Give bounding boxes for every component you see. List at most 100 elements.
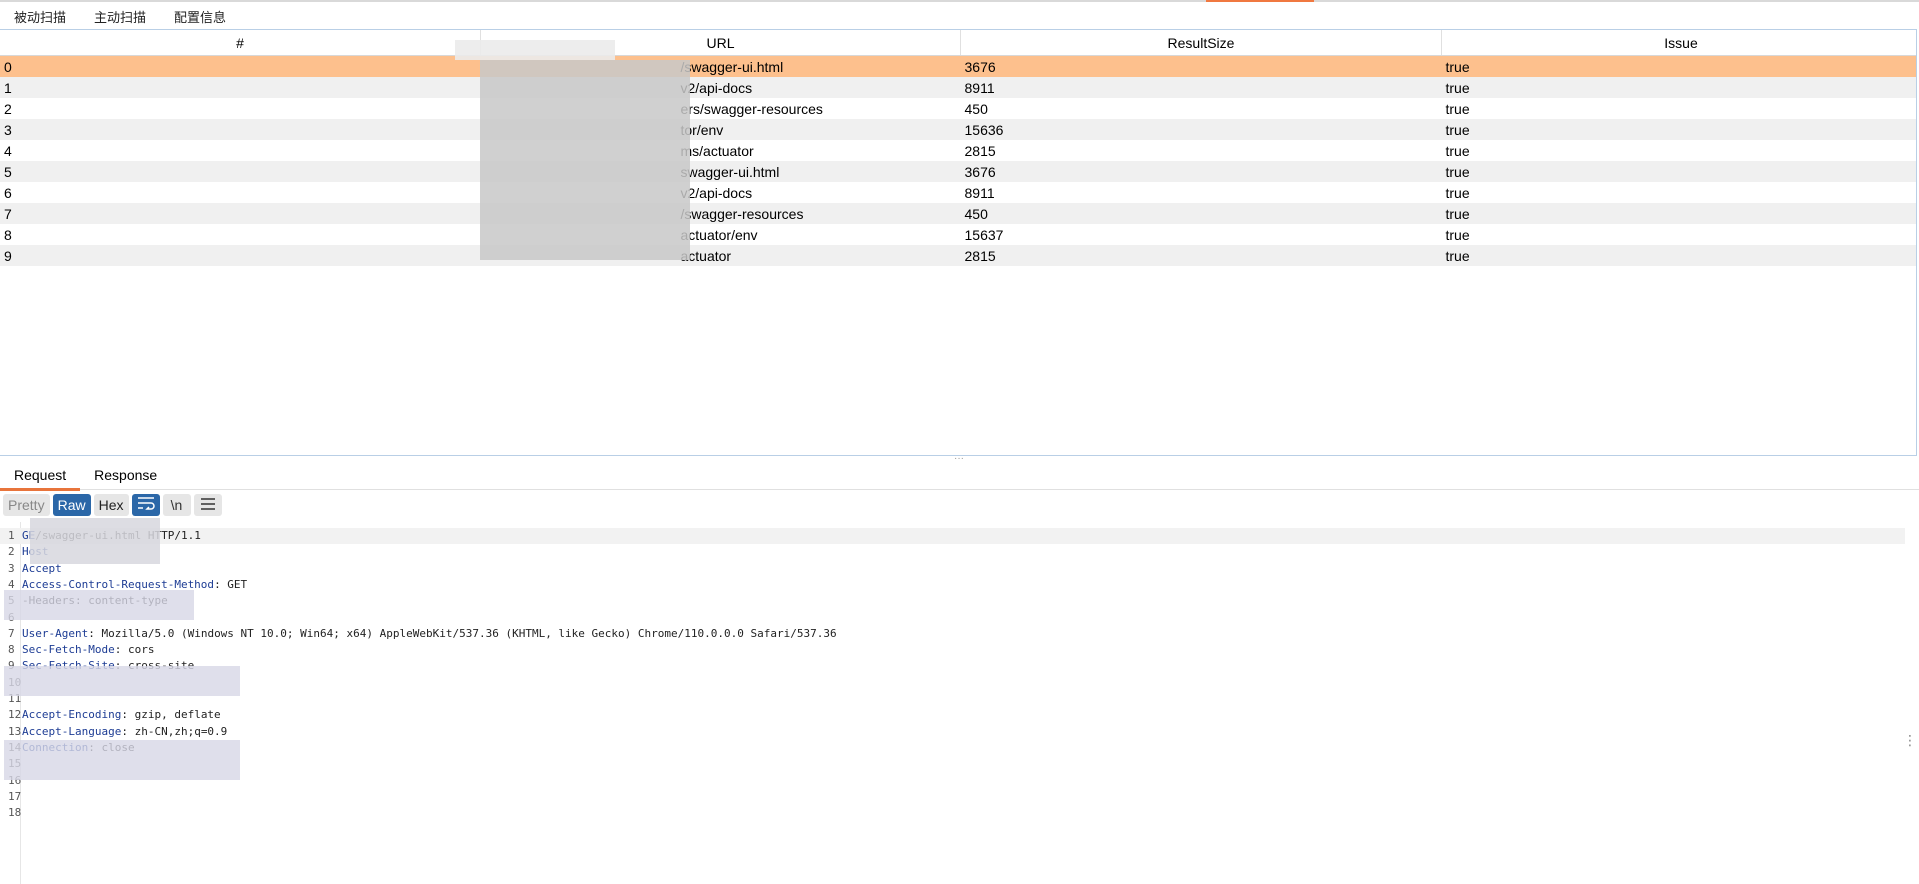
table-header-row: # URL ResultSize Issue (0, 30, 1916, 56)
cell-result-size: 15637 (960, 224, 1442, 245)
cell-number: 2 (0, 98, 481, 119)
cell-result-size: 3676 (960, 55, 1442, 77)
cell-number: 1 (0, 77, 481, 98)
table-row[interactable]: 1 v2/api-docs 8911 true (0, 77, 1916, 98)
editor-line: 9Sec-Fetch-Site: cross-site (0, 658, 1905, 674)
redaction-blur (30, 518, 160, 564)
line-number: 7 (8, 626, 15, 640)
editor-toolbar: Pretty Raw Hex \n (3, 494, 222, 516)
editor-line: 11 (0, 691, 1905, 707)
editor-line: 13 Accept-Language: zh-CN,zh;q=0.9 (0, 724, 1905, 740)
table-row[interactable]: 8 actuator/env 15637 true (0, 224, 1916, 245)
editor-line: 16 (0, 773, 1905, 789)
cell-result-size: 450 (960, 98, 1442, 119)
line-content: Accept-Language: zh-CN,zh;q=0.9 (22, 724, 227, 740)
table-row[interactable]: 7/swagger-resources 450 true (0, 203, 1916, 224)
editor-line: 15 (0, 756, 1905, 772)
hex-button[interactable]: Hex (93, 494, 129, 516)
wrap-lines-icon[interactable] (131, 494, 160, 516)
line-content: Accept-Encoding: gzip, deflate (22, 707, 221, 723)
editor-line: 10 (0, 675, 1905, 691)
vertical-drag-handle-icon[interactable]: ⋮ (1903, 732, 1917, 749)
header-result-size[interactable]: ResultSize (960, 30, 1442, 56)
redaction-blur (4, 666, 240, 696)
tab-active-scan[interactable]: 主动扫描 (80, 3, 160, 29)
pretty-button[interactable]: Pretty (3, 494, 50, 516)
tab-request[interactable]: Request (0, 463, 81, 491)
cell-issue: true (1441, 98, 1916, 119)
table-row[interactable]: 4 ms/actuator 2815 true (0, 140, 1916, 161)
cell-issue: true (1441, 203, 1916, 224)
header-value: : GET (214, 577, 248, 591)
cell-result-size: 15636 (960, 119, 1442, 140)
line-number: 1 (8, 529, 15, 542)
cell-issue: true (1441, 224, 1916, 245)
cell-result-size: 2815 (960, 245, 1442, 266)
editor-line: 17 (0, 789, 1905, 805)
table-row[interactable]: 9 actuator 2815 true (0, 245, 1916, 266)
editor-line: 2Host (0, 544, 1905, 560)
header-key: User-Agent (22, 626, 89, 640)
cell-number: 9 (0, 245, 481, 266)
results-table-container: # URL ResultSize Issue 0/swagger-ui.html… (0, 29, 1917, 456)
top-accent (1206, 0, 1314, 2)
editor-line: 14Connection: close (0, 740, 1905, 756)
cell-number: 3 (0, 119, 481, 140)
header-value: : zh-CN,zh;q=0.9 (121, 724, 228, 738)
hamburger-menu-icon[interactable] (193, 494, 222, 516)
results-table: # URL ResultSize Issue 0/swagger-ui.html… (0, 30, 1916, 266)
editor-line: 18 (0, 805, 1905, 821)
cell-number: 0 (0, 55, 481, 77)
line-content: Sec-Fetch-Mode: cors (22, 642, 154, 658)
top-border (0, 0, 1919, 2)
menu-lines-svg (200, 498, 215, 510)
cell-number: 5 (0, 161, 481, 182)
cell-number: 6 (0, 182, 481, 203)
table-row[interactable]: 3 tor/env 15636 true (0, 119, 1916, 140)
header-key: Accept-Encoding (22, 708, 122, 722)
tab-config-info[interactable]: 配置信息 (160, 3, 240, 29)
tab-passive-scan[interactable]: 被动扫描 (0, 3, 81, 32)
header-value: : Mozilla/5.0 (Windows NT 10.0; Win64; x… (88, 626, 837, 640)
table-body: 0/swagger-ui.html 3676 true 1 v2/api-docs 891… (0, 55, 1916, 266)
raw-button[interactable]: Raw (52, 494, 91, 516)
cell-result-size: 8911 (960, 77, 1442, 98)
detail-tabs: Request Response (0, 463, 1919, 491)
line-number: 13 (8, 724, 22, 738)
header-issue[interactable]: Issue (1441, 30, 1916, 56)
redaction-blur (455, 40, 615, 60)
redaction-blur (4, 740, 240, 780)
editor-line: 7 User-Agent: Mozilla/5.0 (Windows NT 10.… (0, 626, 1905, 642)
request-editor[interactable]: 1GE/swagger-ui.html HTTP/1.12Host3Accept… (0, 522, 1919, 884)
cell-issue: true (1441, 119, 1916, 140)
cell-number: 4 (0, 140, 481, 161)
editor-line: 12 Accept-Encoding: gzip, deflate (0, 707, 1905, 723)
table-row[interactable]: 6 v2/api-docs 8911 true (0, 182, 1916, 203)
wrap-lines-svg (137, 497, 155, 510)
main-tabs: 被动扫描 主动扫描 配置信息 (0, 3, 240, 32)
cell-issue: true (1441, 182, 1916, 203)
table-row[interactable]: 0/swagger-ui.html 3676 true (0, 55, 1916, 77)
tab-response[interactable]: Response (80, 463, 171, 488)
editor-line: 4 Access-Control-Request-Method: GET (0, 577, 1905, 593)
line-number: 8 (8, 643, 15, 657)
cell-result-size: 450 (960, 203, 1442, 224)
redaction-blur (4, 590, 194, 620)
cell-issue: true (1441, 245, 1916, 266)
table-row[interactable]: 5 swagger-ui.html 3676 true (0, 161, 1916, 182)
table-row[interactable]: 2 ers/swagger-resources 450 true (0, 98, 1916, 119)
editor-line: 3 Accept (0, 561, 1905, 577)
cell-issue: true (1441, 140, 1916, 161)
cell-issue: true (1441, 77, 1916, 98)
header-number[interactable]: # (0, 30, 481, 56)
header-value: : cors (114, 643, 155, 657)
editor-line: 6 (0, 610, 1905, 626)
line-number: 3 (8, 561, 15, 575)
newline-toggle-button[interactable]: \n (162, 494, 191, 516)
line-number: 18 (8, 806, 22, 820)
header-value: : gzip, deflate (121, 708, 221, 722)
editor-line: 1GE/swagger-ui.html HTTP/1.1 (0, 528, 1905, 544)
editor-line: 5-Headers: content-type (0, 593, 1905, 609)
cell-result-size: 3676 (960, 161, 1442, 182)
header-key: Accept-Language (22, 724, 122, 738)
